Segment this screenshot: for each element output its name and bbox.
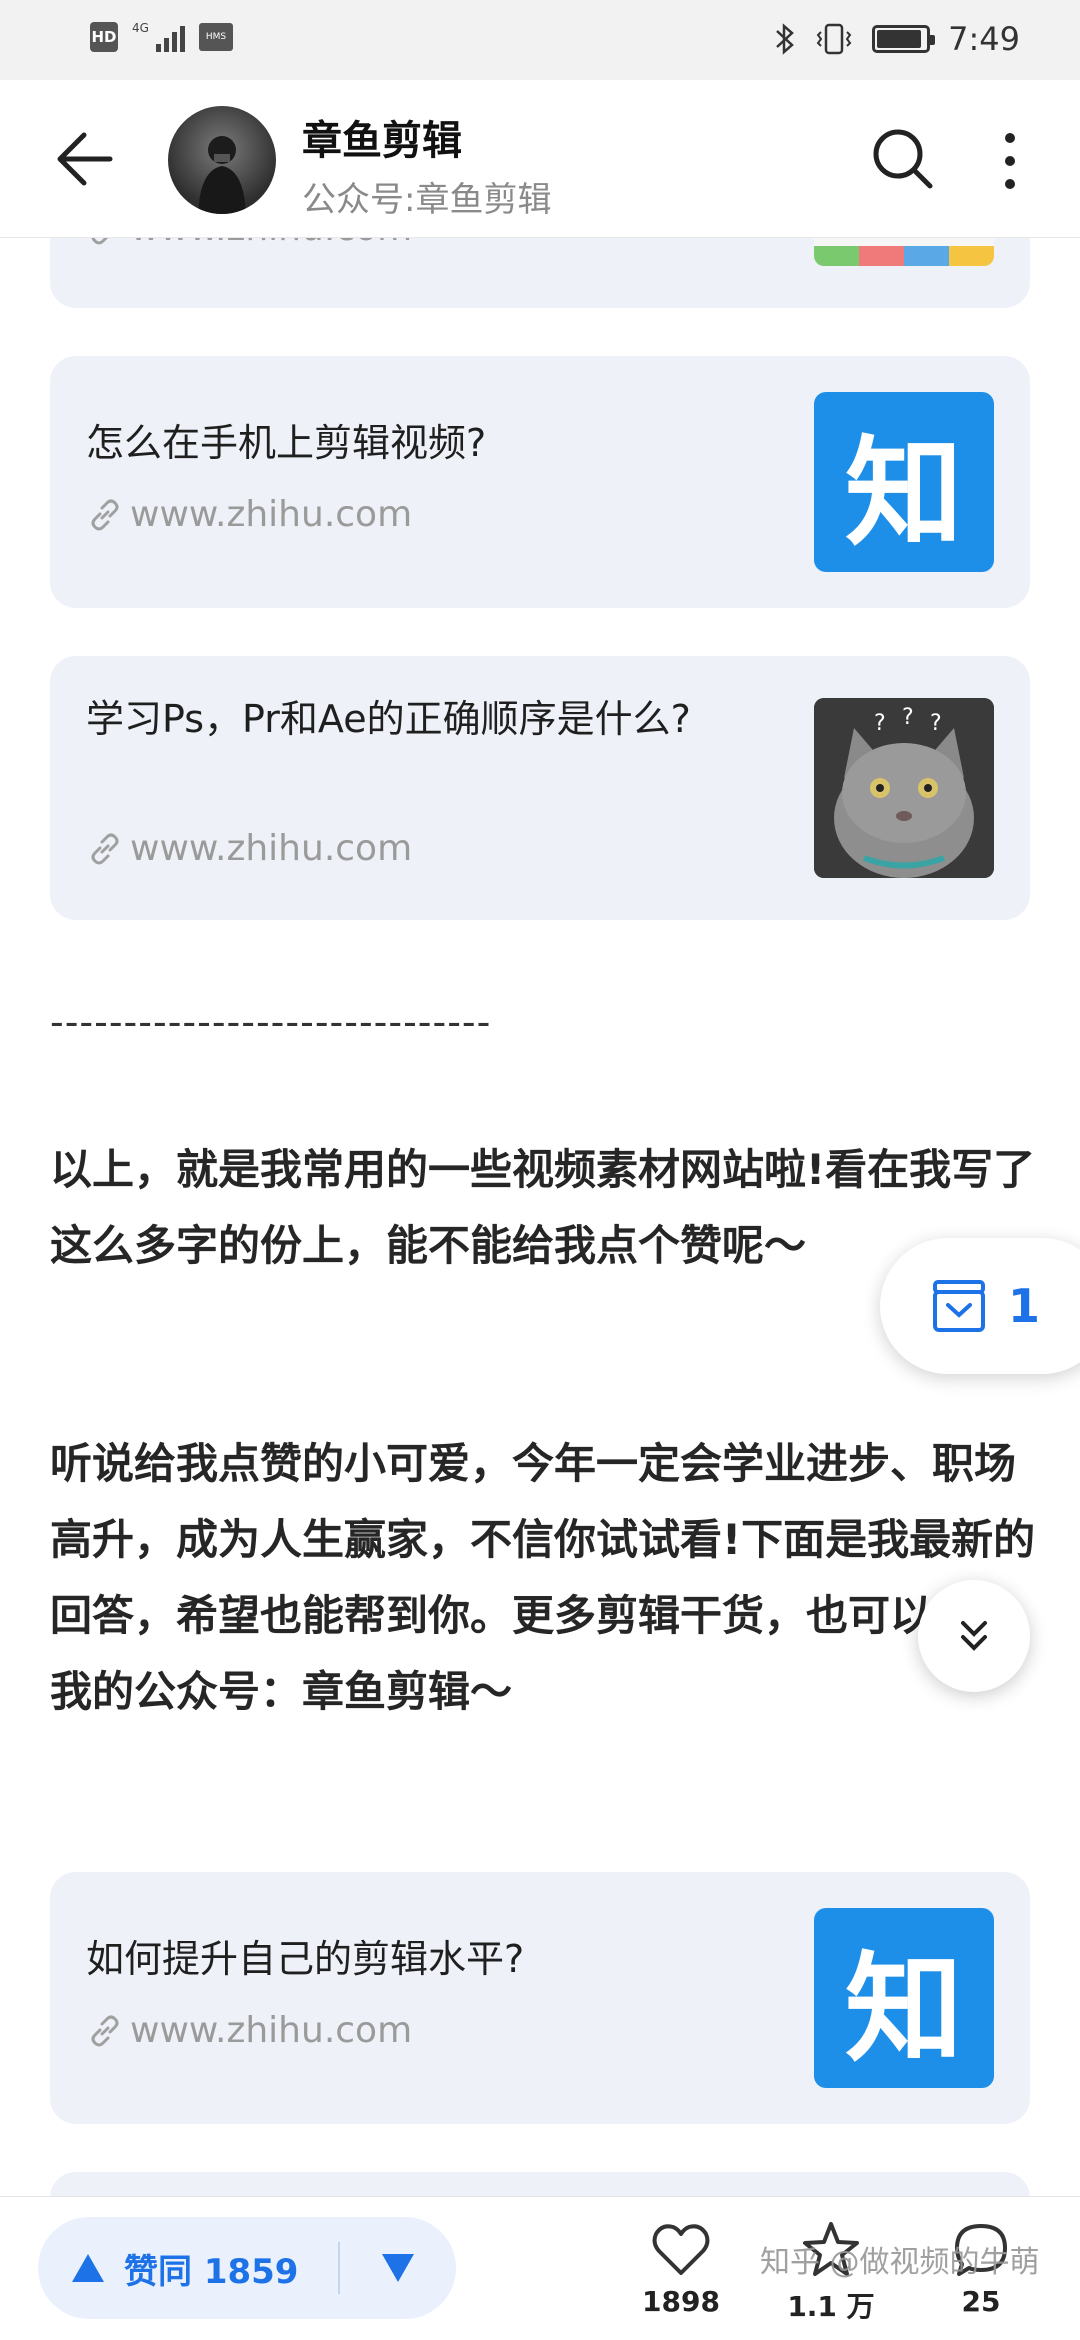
- triangle-down-icon: [382, 2254, 414, 2282]
- link-icon: [91, 499, 119, 530]
- card-title: 学习Ps，Pr和Ae的正确顺序是什么?: [86, 697, 691, 741]
- collection-count: 1: [1008, 1279, 1041, 1333]
- card-link: www.zhihu.com: [86, 828, 412, 869]
- svg-text:?: ?: [930, 711, 942, 736]
- link-card[interactable]: 学习Ps，Pr和Ae的正确顺序是什么? www.zhihu.com ? ? ?: [50, 656, 1030, 920]
- status-left: HD 4G HMS: [90, 22, 233, 52]
- svg-text:?: ?: [902, 705, 914, 730]
- avatar[interactable]: [168, 106, 276, 214]
- search-icon[interactable]: [866, 122, 938, 194]
- collection-box-icon: [933, 1280, 985, 1332]
- double-chevron-down-icon: [961, 1621, 987, 1651]
- card-link: www.zhihu.com: [86, 2010, 412, 2051]
- downvote-button[interactable]: [340, 2217, 456, 2319]
- card-title: 怎么在手机上剪辑视频?: [86, 421, 487, 465]
- triangle-up-icon: [72, 2254, 104, 2282]
- battery-icon: [872, 25, 936, 53]
- more-vertical-icon[interactable]: [990, 128, 1030, 194]
- link-icon: [91, 2015, 119, 2046]
- account-name[interactable]: 章鱼剪辑: [302, 108, 462, 166]
- card-link-text: www.zhihu.com: [130, 828, 413, 869]
- article-paragraph: 听说给我点赞的小可爱，今年一定会学业进步、职场高升，成为人生赢家，不信你试试看!…: [50, 1439, 1036, 1716]
- scroll-down-button[interactable]: [918, 1580, 1030, 1692]
- like-button[interactable]: 1898: [626, 2219, 736, 2318]
- vibrate-icon: [816, 23, 852, 55]
- bluetooth-icon: [776, 23, 795, 55]
- card-link-text: www.zhihu.com: [130, 2010, 413, 2051]
- link-card[interactable]: 如何提升自己的剪辑水平? www.zhihu.com 知: [50, 1872, 1030, 2124]
- star-count: 1.1 万: [787, 2290, 875, 2323]
- comment-count: 25: [961, 2285, 1001, 2318]
- card-link-text: www.zhihu.com: [130, 494, 413, 535]
- status-right: 7:49: [774, 20, 1020, 58]
- upvote-label: 赞同 1859: [124, 2251, 299, 2292]
- card-title: 如何提升自己的剪辑水平?: [86, 1937, 525, 1981]
- back-arrow-icon[interactable]: [50, 124, 120, 194]
- heart-icon: [652, 2224, 710, 2275]
- status-bar: HD 4G HMS 7:49: [0, 0, 1080, 80]
- app-header: 章鱼剪辑 公众号:章鱼剪辑: [0, 80, 1080, 238]
- account-subtitle: 公众号:章鱼剪辑: [302, 180, 552, 220]
- network-type: 4G: [132, 21, 149, 35]
- bottom-action-bar: 赞同 1859 1898 1.1 万 25 知乎 @做视频的牛萌: [0, 2196, 1080, 2340]
- link-icon: [91, 833, 119, 864]
- cat-thumbnail-image: ? ? ?: [814, 698, 994, 878]
- collection-button[interactable]: 1: [880, 1238, 1080, 1374]
- clock: 7:49: [948, 20, 1020, 58]
- signal-icon: 4G: [132, 22, 185, 52]
- like-count: 1898: [642, 2285, 720, 2318]
- vote-pill: 赞同 1859: [38, 2217, 456, 2319]
- svg-text:?: ?: [874, 711, 886, 736]
- upvote-button[interactable]: 赞同 1859: [38, 2217, 338, 2319]
- watermark-text: 知乎 @做视频的牛萌: [760, 2245, 1040, 2280]
- zhihu-logo-icon: 知: [814, 1908, 994, 2088]
- text-divider: ------------------------------: [50, 1000, 492, 1044]
- zhihu-logo-icon: 知: [814, 392, 994, 572]
- article-paragraph: 以上，就是我常用的一些视频素材网站啦!看在我写了这么多字的份上，能不能给我点个赞…: [50, 1145, 1036, 1270]
- hd-badge: HD: [90, 22, 118, 52]
- hms-badge: HMS: [198, 23, 233, 51]
- link-card[interactable]: 怎么在手机上剪辑视频? www.zhihu.com 知: [50, 356, 1030, 608]
- card-link: www.zhihu.com: [86, 494, 412, 535]
